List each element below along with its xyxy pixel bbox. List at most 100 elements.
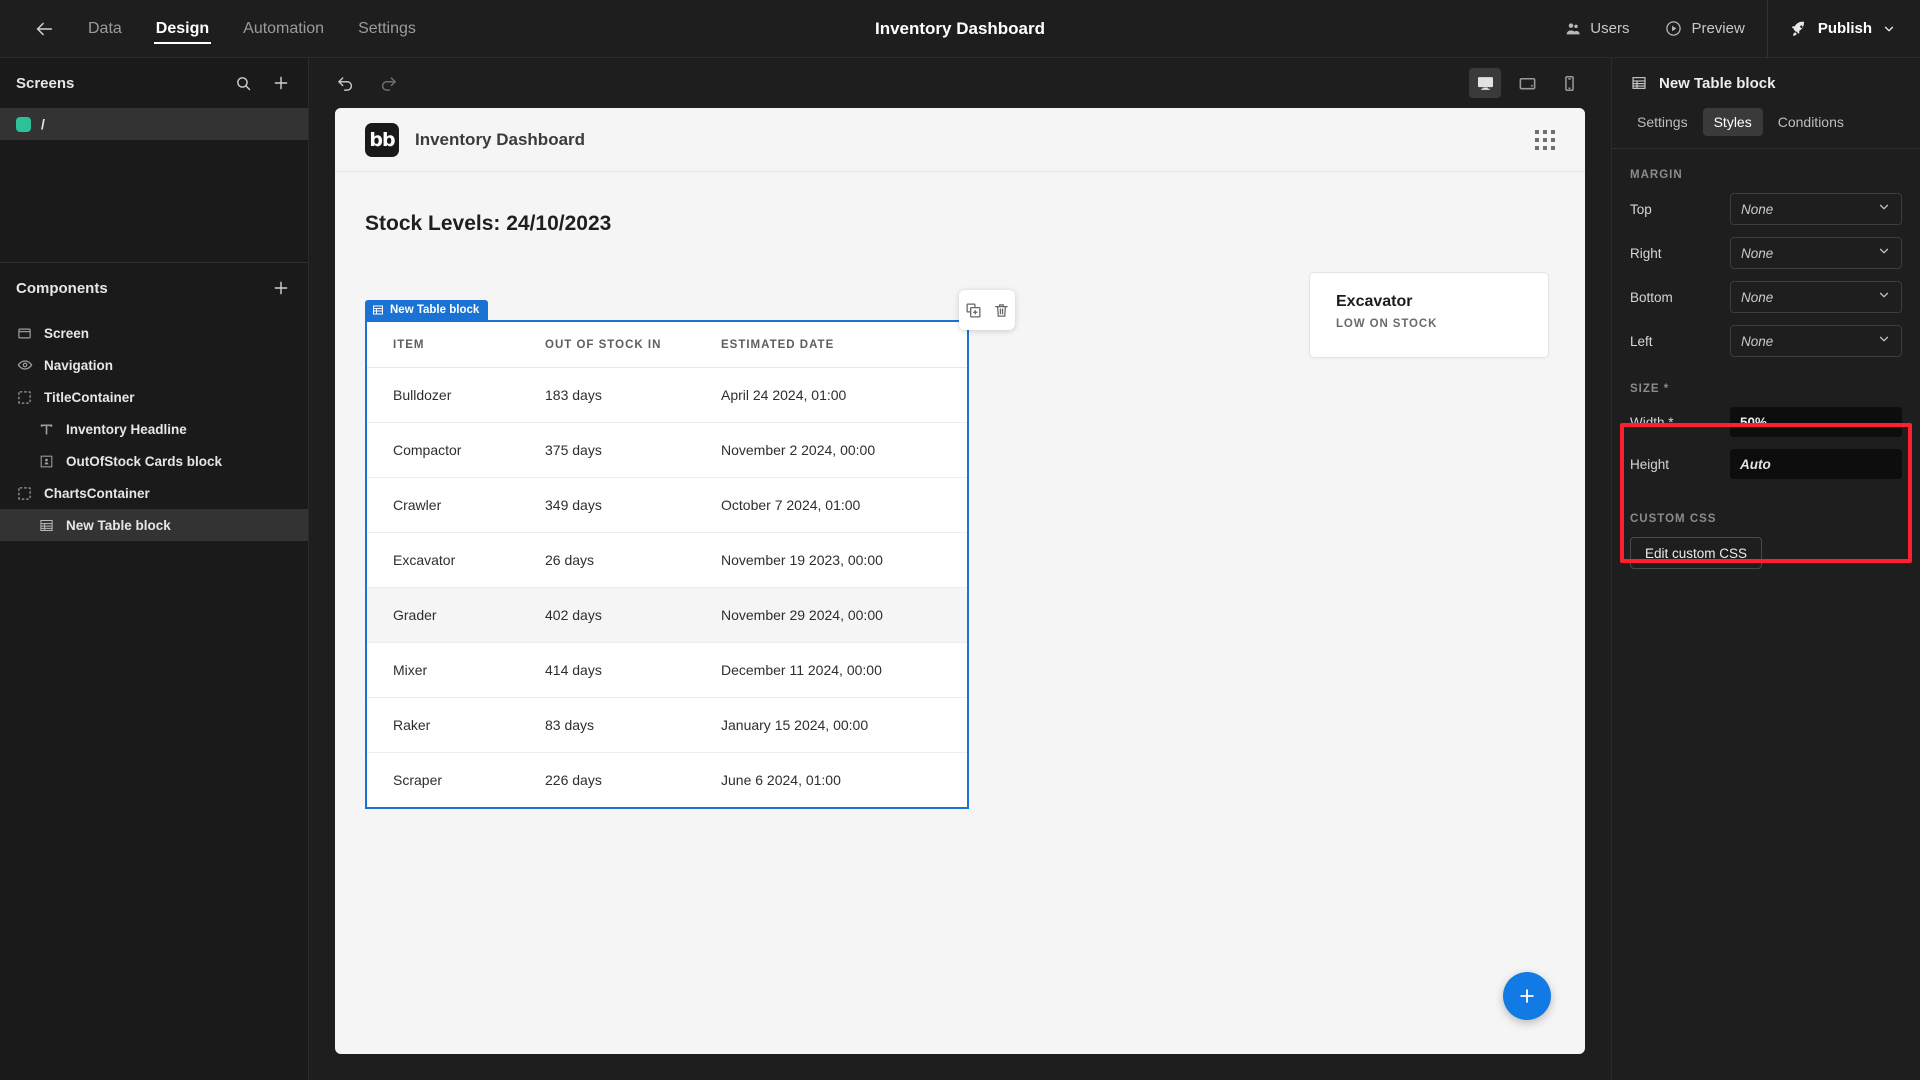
select-value: None bbox=[1741, 245, 1774, 261]
input-placeholder: Auto bbox=[1740, 456, 1771, 472]
custom-css-section-label: CUSTOM CSS bbox=[1630, 513, 1717, 525]
screen-list-item[interactable]: / bbox=[0, 108, 308, 140]
stock-levels-heading: Stock Levels: 24/10/2023 bbox=[365, 212, 612, 235]
size-height-field: Height Auto bbox=[1612, 443, 1920, 485]
height-input[interactable]: Auto bbox=[1730, 449, 1902, 479]
cell-item: Compactor bbox=[367, 422, 545, 478]
table-body: Bulldozer 183 days April 24 2024, 01:00 … bbox=[367, 367, 967, 808]
cell-estimated-date: November 19 2023, 00:00 bbox=[721, 532, 967, 588]
add-screen-button[interactable] bbox=[270, 72, 292, 94]
table-row[interactable]: Excavator 26 days November 19 2023, 00:0… bbox=[367, 532, 967, 588]
rocket-icon bbox=[1791, 21, 1804, 36]
table-row[interactable]: Bulldozer 183 days April 24 2024, 01:00 bbox=[367, 367, 967, 423]
margin-bottom-select[interactable]: None bbox=[1730, 281, 1902, 313]
duplicate-icon bbox=[965, 302, 981, 318]
cell-item: Grader bbox=[367, 587, 545, 643]
container-icon bbox=[16, 485, 33, 502]
tab-conditions[interactable]: Conditions bbox=[1767, 108, 1855, 136]
table-row[interactable]: Mixer 414 days December 11 2024, 00:00 bbox=[367, 642, 967, 698]
table-row[interactable]: Crawler 349 days October 7 2024, 01:00 bbox=[367, 477, 967, 533]
users-button[interactable]: Users bbox=[1547, 20, 1647, 37]
component-item-screen[interactable]: Screen bbox=[0, 317, 308, 349]
margin-right-select[interactable]: None bbox=[1730, 237, 1902, 269]
table-header-row: ITEM OUT OF STOCK IN ESTIMATED DATE bbox=[367, 322, 967, 368]
search-screens-button[interactable] bbox=[232, 72, 254, 94]
select-value: None bbox=[1741, 333, 1774, 349]
table-row[interactable]: Scraper 226 days June 6 2024, 01:00 bbox=[367, 753, 967, 808]
margin-top-select[interactable]: None bbox=[1730, 193, 1902, 225]
cell-item: Raker bbox=[367, 697, 545, 753]
app-preview-canvas[interactable]: bb Inventory Dashboard Stock Levels: 24/… bbox=[335, 108, 1585, 1054]
grid-dots-icon[interactable] bbox=[1535, 129, 1555, 150]
device-desktop-button[interactable] bbox=[1469, 68, 1501, 98]
component-item-inventory-headline[interactable]: Inventory Headline bbox=[0, 413, 308, 445]
margin-bottom-field: Bottom None bbox=[1612, 275, 1920, 319]
users-label: Users bbox=[1590, 20, 1630, 37]
add-component-button[interactable] bbox=[270, 277, 292, 299]
cell-out-of-stock-in: 349 days bbox=[545, 477, 721, 533]
device-mobile-button[interactable] bbox=[1553, 68, 1585, 98]
delete-block-button[interactable] bbox=[993, 302, 1010, 319]
low-stock-card[interactable]: Excavator LOW ON STOCK bbox=[1309, 272, 1549, 358]
table-head: ITEM OUT OF STOCK IN ESTIMATED DATE bbox=[367, 322, 967, 368]
undo-icon bbox=[338, 77, 353, 91]
component-item-new-table-block[interactable]: New Table block bbox=[0, 509, 308, 541]
chevron-down-icon bbox=[1877, 332, 1891, 351]
screens-title: Screens bbox=[16, 74, 75, 92]
duplicate-block-button[interactable] bbox=[965, 302, 982, 319]
back-button[interactable] bbox=[22, 7, 66, 51]
top-nav-item-automation[interactable]: Automation bbox=[241, 14, 326, 44]
top-nav-item-data[interactable]: Data bbox=[86, 14, 124, 44]
component-item-navigation[interactable]: Navigation bbox=[0, 349, 308, 381]
component-label: TitleContainer bbox=[44, 389, 135, 405]
top-nav-item-settings[interactable]: Settings bbox=[356, 14, 418, 44]
component-item-titlecontainer[interactable]: TitleContainer bbox=[0, 381, 308, 413]
cell-item: Bulldozer bbox=[367, 367, 545, 423]
right-panel: New Table block Settings Styles Conditio… bbox=[1611, 58, 1920, 1080]
redo-icon bbox=[381, 77, 396, 91]
desktop-icon bbox=[1477, 76, 1493, 90]
undo-button[interactable] bbox=[335, 72, 357, 94]
publish-button[interactable]: Publish bbox=[1772, 20, 1920, 38]
component-item-chartscontainer[interactable]: ChartsContainer bbox=[0, 477, 308, 509]
column-header-estimated-date[interactable]: ESTIMATED DATE bbox=[721, 322, 967, 368]
data-table-frame: ITEM OUT OF STOCK IN ESTIMATED DATE Bull… bbox=[365, 320, 969, 809]
left-panel: Screens / Components Screen Navigation T… bbox=[0, 58, 309, 1080]
margin-section-label: MARGIN bbox=[1630, 169, 1683, 181]
table-icon bbox=[1630, 75, 1647, 92]
column-header-out-of-stock-in[interactable]: OUT OF STOCK IN bbox=[545, 322, 721, 368]
cell-estimated-date: October 7 2024, 01:00 bbox=[721, 477, 967, 533]
tab-styles[interactable]: Styles bbox=[1702, 108, 1763, 136]
device-tablet-button[interactable] bbox=[1511, 68, 1543, 98]
redo-button[interactable] bbox=[377, 72, 399, 94]
cell-estimated-date: November 29 2024, 00:00 bbox=[721, 587, 967, 643]
table-row[interactable]: Raker 83 days January 15 2024, 00:00 bbox=[367, 697, 967, 753]
column-header-item[interactable]: ITEM bbox=[367, 322, 545, 368]
selected-block-label: New Table block bbox=[390, 304, 480, 316]
margin-left-select[interactable]: None bbox=[1730, 325, 1902, 357]
right-panel-tabs: Settings Styles Conditions bbox=[1612, 108, 1920, 148]
tab-settings[interactable]: Settings bbox=[1626, 108, 1699, 136]
screen-route-label: / bbox=[41, 116, 45, 132]
edit-custom-css-button[interactable]: Edit custom CSS bbox=[1630, 537, 1763, 569]
select-value: None bbox=[1741, 201, 1774, 217]
data-table: ITEM OUT OF STOCK IN ESTIMATED DATE Bull… bbox=[367, 322, 967, 807]
component-item-outofstock-cards-block[interactable]: OutOfStock Cards block bbox=[0, 445, 308, 477]
screens-header: Screens bbox=[0, 58, 308, 108]
components-actions bbox=[270, 277, 292, 299]
plus-icon bbox=[274, 76, 288, 90]
trash-icon bbox=[994, 303, 1008, 317]
table-row[interactable]: Grader 402 days November 29 2024, 00:00 bbox=[367, 587, 967, 643]
table-block-selection[interactable]: New Table block ITEM OUT OF STOCK IN EST… bbox=[365, 300, 969, 809]
size-section: SIZE * Width * 50% Height Auto bbox=[1612, 363, 1920, 493]
device-preview-controls bbox=[1469, 68, 1585, 98]
table-row[interactable]: Compactor 375 days November 2 2024, 00:0… bbox=[367, 422, 967, 478]
top-nav-item-design[interactable]: Design bbox=[153, 14, 212, 44]
size-width-field: Width * 50% bbox=[1612, 401, 1920, 443]
preview-button[interactable]: Preview bbox=[1647, 20, 1762, 37]
main-body: Screens / Components Screen Navigation T… bbox=[0, 58, 1920, 1080]
width-input[interactable]: 50% bbox=[1730, 407, 1902, 437]
search-icon bbox=[236, 76, 250, 90]
add-component-fab[interactable] bbox=[1503, 972, 1551, 1020]
field-label: Bottom bbox=[1630, 289, 1673, 305]
